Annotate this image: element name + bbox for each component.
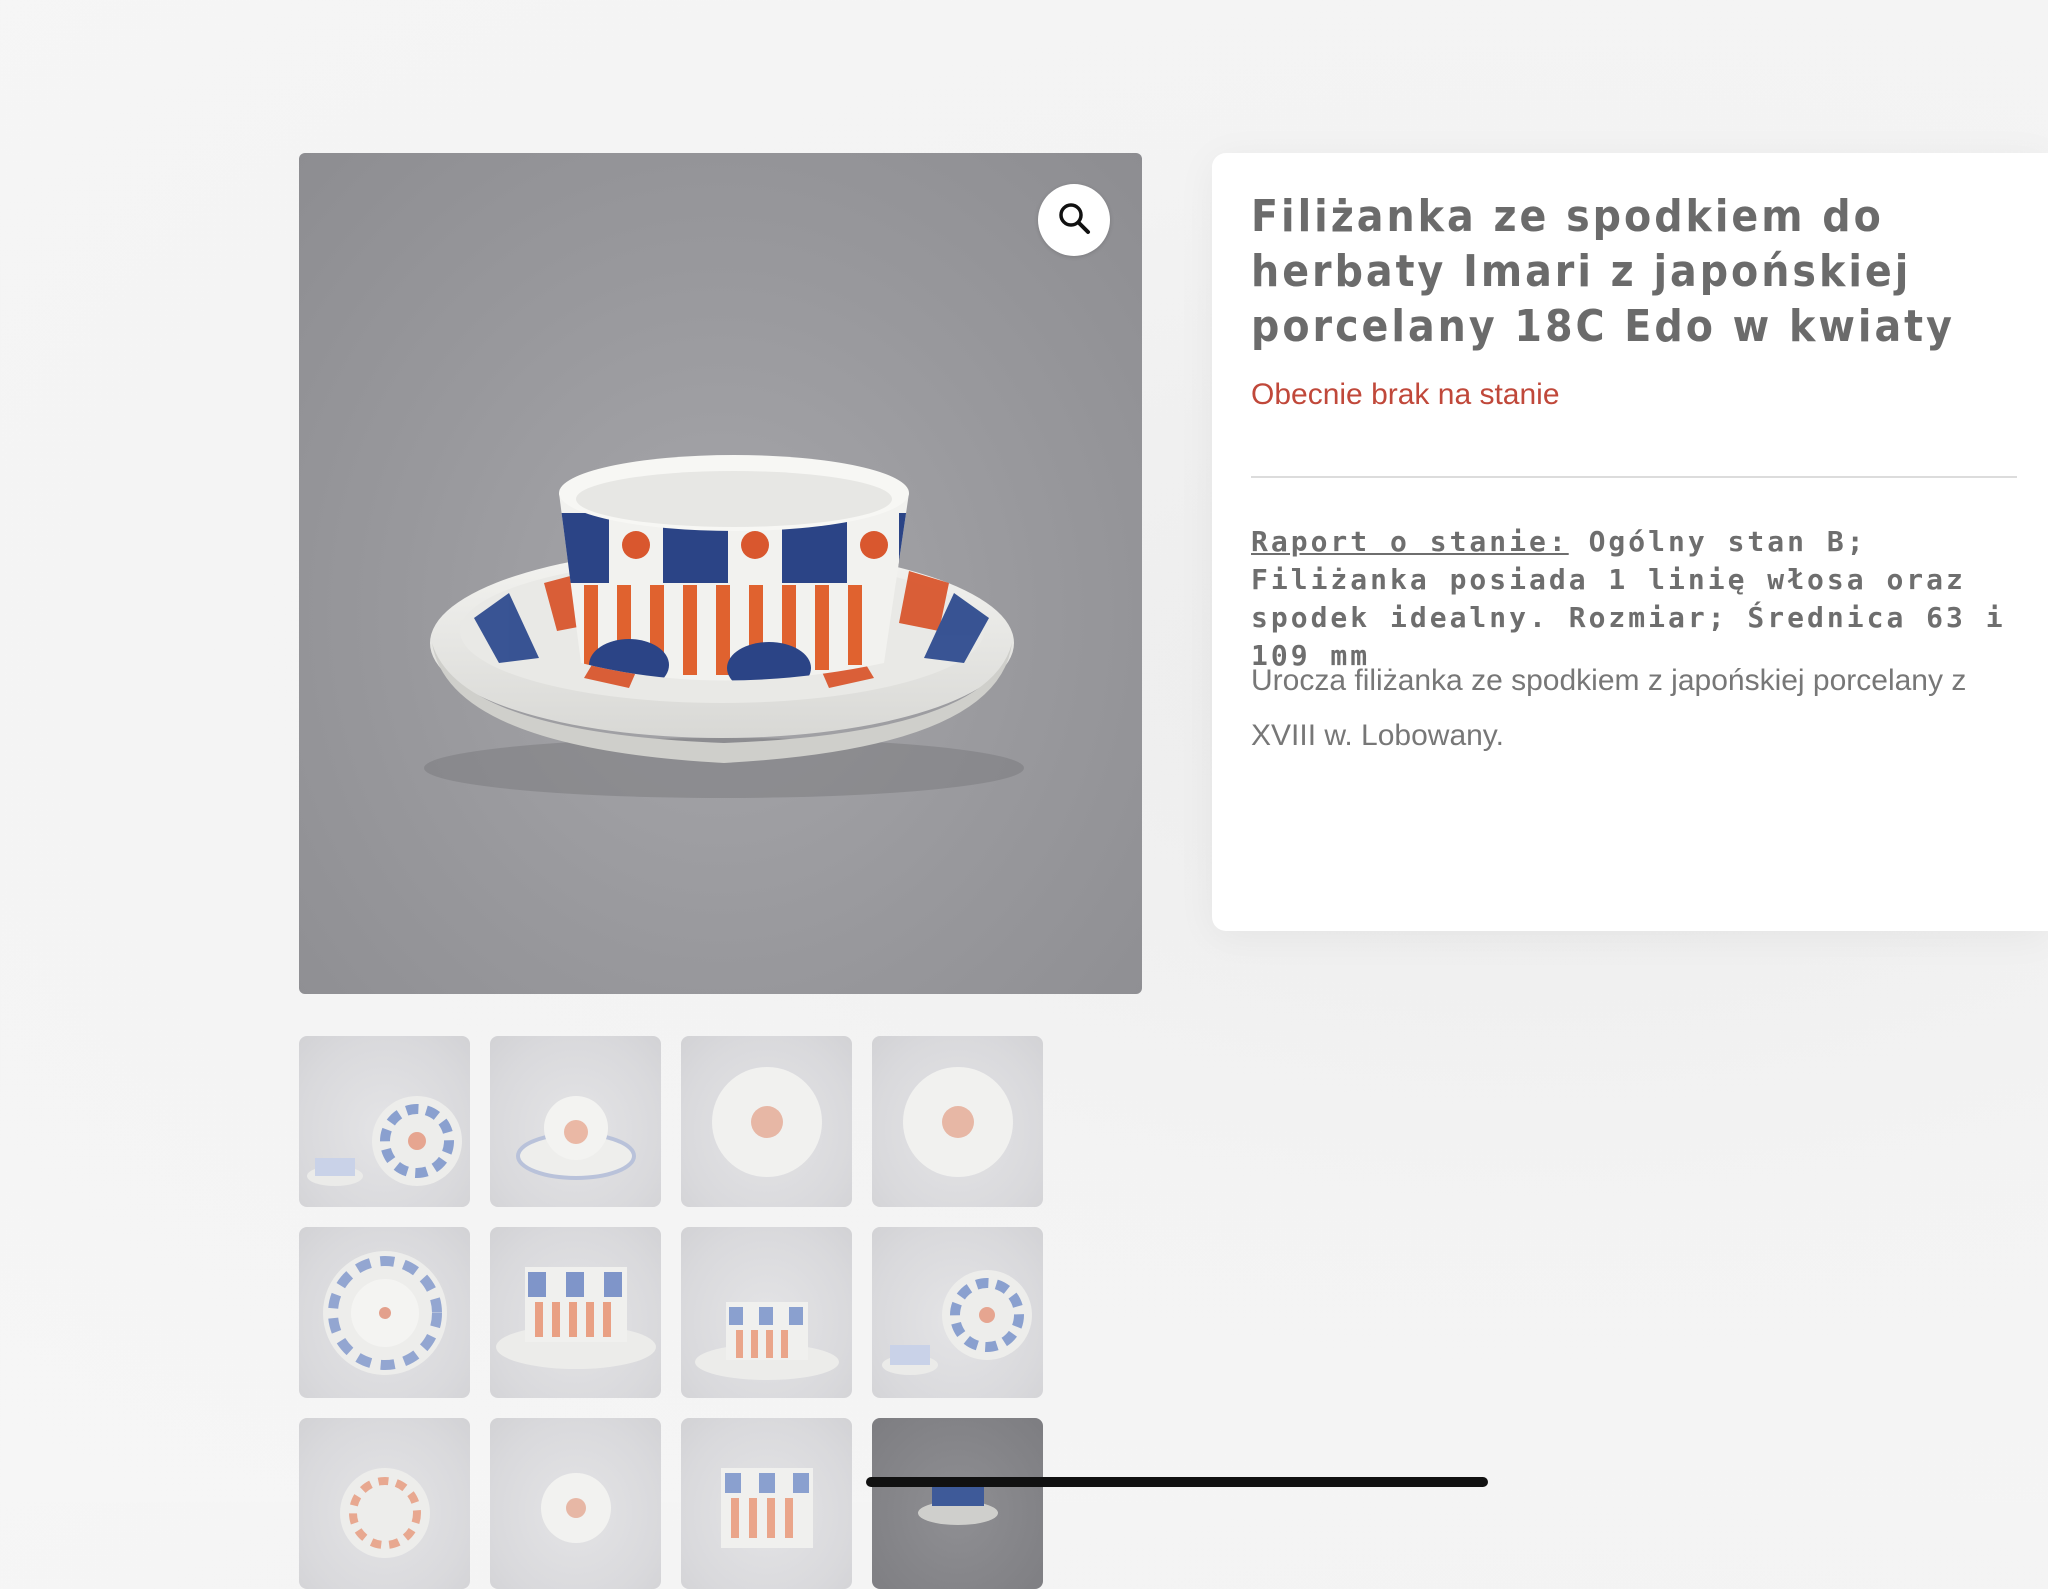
thumbnail[interactable] [681,1418,852,1589]
thumbnail[interactable] [681,1227,852,1398]
magnifier-icon [1056,200,1092,241]
thumbnail[interactable] [681,1036,852,1207]
thumbnail[interactable] [299,1227,470,1398]
thumbnail[interactable] [490,1227,661,1398]
thumbnail[interactable] [490,1418,661,1589]
divider [1251,476,2017,478]
product-title: Filiżanka ze spodkiem do herbaty Imari z… [1251,191,1955,352]
thumbnail[interactable] [872,1227,1043,1398]
thumbnail-selected[interactable] [872,1418,1043,1589]
zoom-button[interactable] [1038,184,1110,256]
stock-status: Obecnie brak na stanie [1251,378,1560,411]
thumbnail[interactable] [490,1036,661,1207]
product-description: Urocza filiżanka ze spodkiem z japońskie… [1251,664,1967,752]
home-indicator[interactable] [866,1477,1488,1487]
thumbnail[interactable] [872,1036,1043,1207]
thumbnail[interactable] [299,1036,470,1207]
main-product-image[interactable] [299,153,1142,994]
condition-report-label: Raport o stanie: [1251,525,1569,558]
thumbnail[interactable] [299,1418,470,1589]
product-info-card: Filiżanka ze spodkiem do herbaty Imari z… [1212,153,2048,931]
